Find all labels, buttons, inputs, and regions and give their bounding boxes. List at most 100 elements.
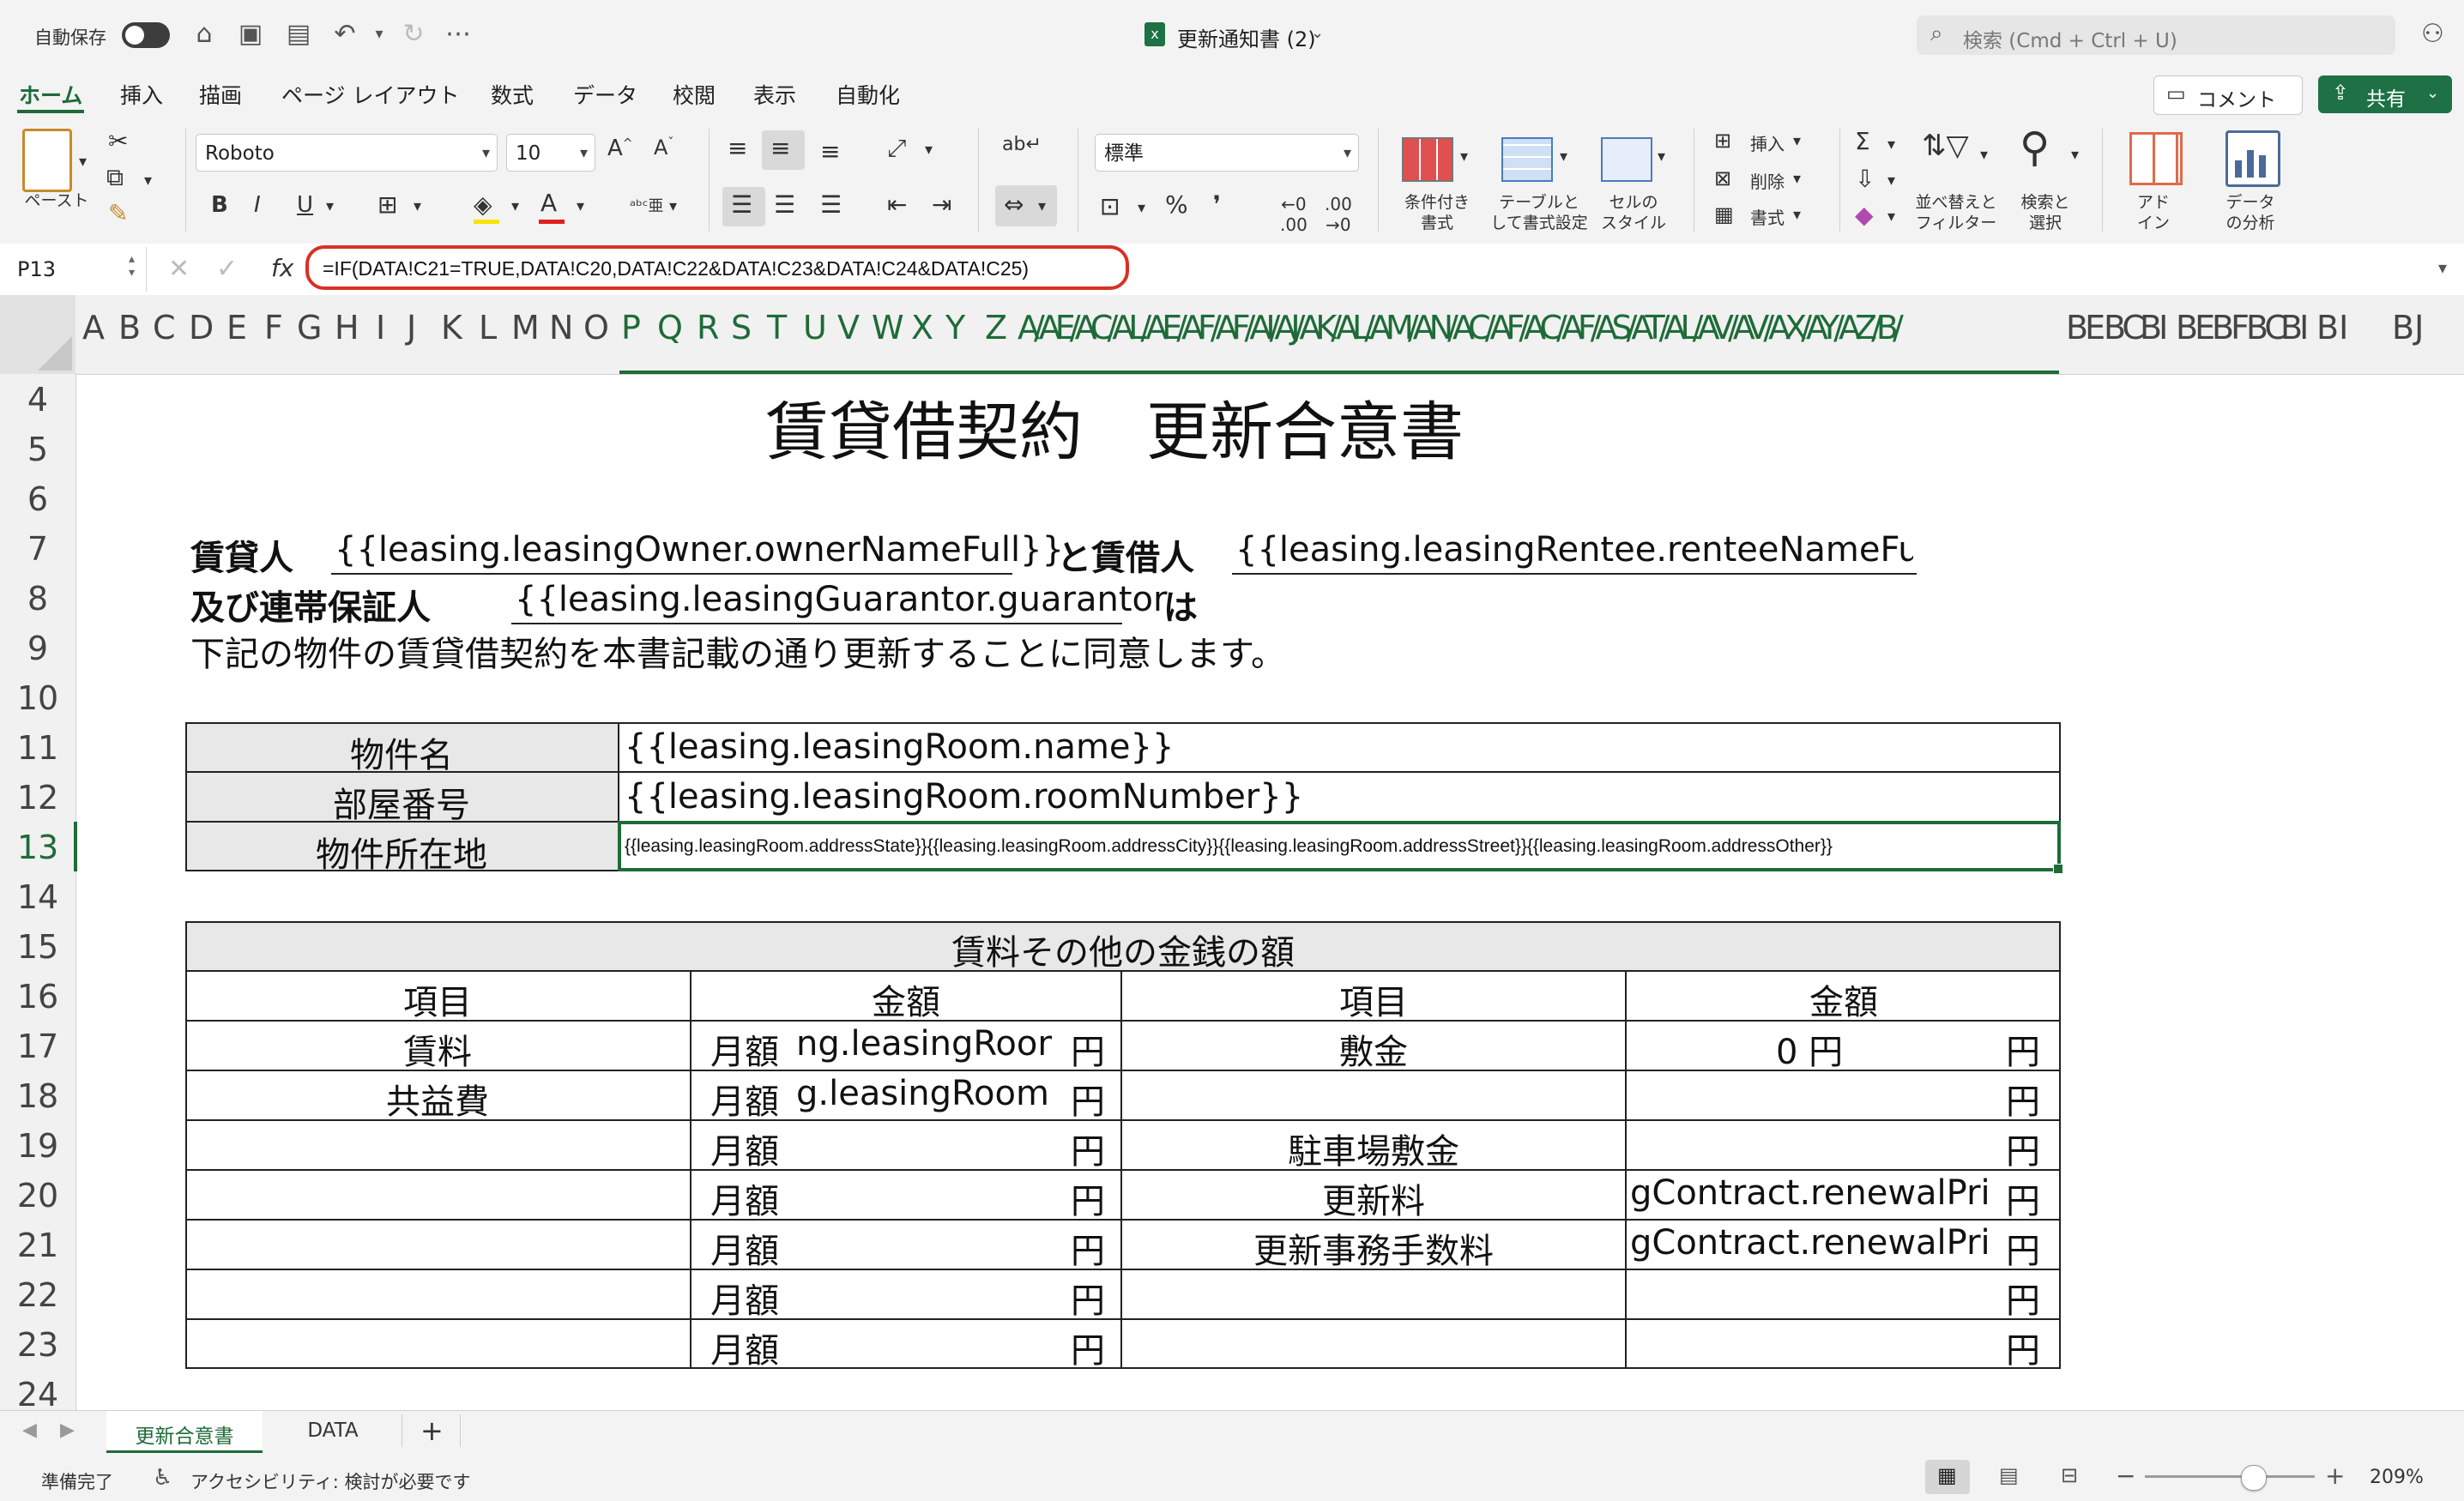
yen-label[interactable]: 円: [2006, 1273, 2040, 1323]
active-cell-P13[interactable]: {{leasing.leasingRoom.addressState}}{{le…: [618, 821, 2063, 874]
share-button[interactable]: ⇪ 共有 ⌄: [2318, 75, 2452, 113]
align-bottom-icon[interactable]: ≡: [820, 137, 840, 166]
next-sheet-icon[interactable]: ▶: [60, 1420, 75, 1441]
currency-dropdown-icon[interactable]: ▾: [1138, 199, 1145, 217]
delete-cells-label[interactable]: 削除: [1750, 172, 1785, 192]
agreement-text[interactable]: 下記の物件の賃貸借契約を本書記載の通り更新することに同意します。: [190, 626, 1285, 676]
merge-center-button[interactable]: ⇔ ▾: [995, 185, 1057, 226]
header-amount-1[interactable]: 金額: [691, 974, 1120, 1024]
monthly-label[interactable]: 月額: [710, 1173, 779, 1223]
phonetic-icon[interactable]: ᵃᵇᶜ亜: [630, 194, 663, 216]
wrap-text-icon[interactable]: ab↵: [1002, 134, 1042, 155]
font-color-dropdown-icon[interactable]: ▾: [577, 197, 584, 215]
tab-draw[interactable]: 描画: [199, 79, 242, 110]
yen-label[interactable]: 円: [2006, 1124, 2040, 1173]
accessibility-icon[interactable]: ♿: [153, 1465, 172, 1491]
tab-page-layout[interactable]: ページ レイアウト: [281, 79, 459, 110]
row-header[interactable]: 6: [0, 480, 75, 518]
page-layout-view-icon[interactable]: ▤: [1999, 1463, 2019, 1487]
row-header[interactable]: 10: [0, 679, 75, 717]
renewal-admin-fee-amount[interactable]: gContract.renewalPrice: [1630, 1223, 1990, 1263]
lessee-value[interactable]: {{leasing.leasingRentee.renteeNameFull}: [1235, 530, 1913, 570]
align-middle-button[interactable]: ≡: [762, 130, 805, 170]
room-number-value[interactable]: {{leasing.leasingRoom.roomNumber}}: [625, 777, 1303, 817]
column-header[interactable]: K: [441, 309, 462, 347]
currency-icon[interactable]: ⊡: [1100, 192, 1120, 220]
row-header[interactable]: 24: [0, 1376, 75, 1414]
column-header[interactable]: A: [82, 309, 105, 347]
column-header-selected[interactable]: P: [621, 309, 641, 347]
row-header[interactable]: 18: [0, 1077, 75, 1115]
format-cells-icon[interactable]: ▦: [1714, 202, 1734, 226]
yen-label[interactable]: 円: [1071, 1173, 1105, 1223]
fill-color-icon[interactable]: ◈: [474, 190, 492, 219]
yen-label[interactable]: 円: [1071, 1124, 1105, 1173]
column-header[interactable]: L: [479, 309, 497, 347]
align-right-icon[interactable]: ☰: [820, 190, 842, 219]
yen-label[interactable]: 円: [1071, 1024, 1105, 1074]
yen-label[interactable]: 円: [2006, 1074, 2040, 1124]
fill-dropdown-icon[interactable]: ▾: [1887, 172, 1895, 190]
column-header[interactable]: E: [226, 309, 247, 347]
column-header-selected[interactable]: Z: [985, 309, 1007, 347]
cancel-icon[interactable]: ✕: [168, 254, 190, 284]
fill-icon[interactable]: ⇩: [1855, 165, 1875, 193]
column-header[interactable]: BC: [2104, 309, 2145, 347]
tab-data[interactable]: データ: [573, 79, 637, 110]
yen-label[interactable]: 円: [1071, 1223, 1105, 1273]
copy-icon[interactable]: ⧉: [106, 163, 124, 192]
column-header-selected[interactable]: U: [803, 309, 827, 347]
yen-label[interactable]: 円: [2006, 1323, 2040, 1372]
column-header[interactable]: BE: [2066, 309, 2105, 347]
yen-label[interactable]: 円: [2006, 1173, 2040, 1223]
clear-dropdown-icon[interactable]: ▾: [1887, 208, 1895, 226]
decrease-decimal-icon[interactable]: .00 →0: [1325, 194, 1352, 235]
column-header-selected[interactable]: X: [911, 309, 933, 347]
zoom-level[interactable]: 209%: [2370, 1467, 2424, 1488]
lessee-label[interactable]: と賃借人: [1057, 530, 1194, 580]
sort-filter-icon[interactable]: ⇅▽: [1922, 129, 1969, 163]
clear-icon[interactable]: ◆: [1855, 201, 1874, 229]
yen-label[interactable]: 円: [1071, 1273, 1105, 1323]
column-header[interactable]: B: [118, 309, 141, 347]
cell-styles-dropdown-icon[interactable]: ▾: [1658, 148, 1665, 166]
align-top-icon[interactable]: ≡: [728, 134, 747, 162]
row-header[interactable]: 8: [0, 580, 75, 618]
column-header-selected[interactable]: S: [731, 309, 752, 347]
column-header-selected[interactable]: W: [872, 309, 904, 347]
find-dropdown-icon[interactable]: ▾: [2071, 146, 2079, 164]
monthly-label[interactable]: 月額: [710, 1223, 779, 1273]
formula-highlight[interactable]: =IF(DATA!C21=TRUE,DATA!C20,DATA!C22&DATA…: [305, 245, 1129, 290]
paste-icon[interactable]: [22, 129, 72, 192]
border-icon[interactable]: ⊞: [377, 190, 397, 219]
insert-dropdown-icon[interactable]: ▾: [1793, 132, 1801, 150]
monthly-label[interactable]: 月額: [710, 1273, 779, 1323]
column-header[interactable]: F: [264, 309, 283, 347]
name-box[interactable]: P13 ▴ ▾: [0, 247, 147, 292]
yen-label[interactable]: 円: [2006, 1223, 2040, 1273]
save-icon[interactable]: ▣: [235, 19, 266, 50]
increase-font-icon[interactable]: A^: [607, 136, 633, 161]
row-header[interactable]: 15: [0, 928, 75, 966]
row-header[interactable]: 16: [0, 978, 75, 1016]
header-item-2[interactable]: 項目: [1122, 974, 1625, 1024]
row-header[interactable]: 11: [0, 729, 75, 767]
row-header[interactable]: 17: [0, 1028, 75, 1065]
column-header[interactable]: C: [153, 309, 176, 347]
cell-styles-icon[interactable]: [1601, 137, 1652, 182]
column-header[interactable]: BI: [2280, 309, 2309, 347]
normal-view-button[interactable]: ▦: [1925, 1460, 1970, 1494]
column-header-selected[interactable]: V: [837, 309, 860, 347]
monthly-label[interactable]: 月額: [710, 1124, 779, 1173]
zoom-in-icon[interactable]: +: [2325, 1462, 2345, 1490]
delete-cells-icon[interactable]: ⊠: [1714, 166, 1731, 190]
cut-icon[interactable]: ✂: [108, 127, 128, 155]
column-header[interactable]: BJ: [2392, 309, 2424, 347]
column-header[interactable]: O: [583, 309, 609, 347]
column-header[interactable]: BE: [2176, 309, 2215, 347]
delete-dropdown-icon[interactable]: ▾: [1793, 170, 1801, 188]
column-header[interactable]: I: [376, 309, 385, 347]
sort-dropdown-icon[interactable]: ▾: [1980, 146, 1988, 164]
name-box-stepper-icon[interactable]: ▴ ▾: [129, 252, 135, 280]
cond-dropdown-icon[interactable]: ▾: [1460, 148, 1468, 166]
